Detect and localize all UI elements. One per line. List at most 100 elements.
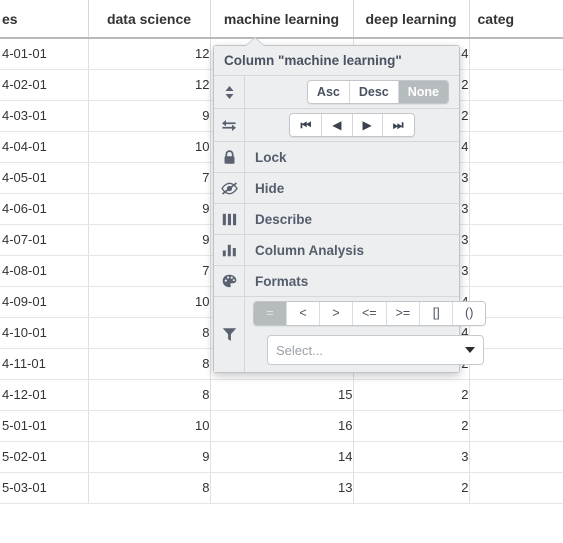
cell-deep-learning: 2 (353, 379, 470, 411)
menu-item-describe-label: Describe (255, 211, 313, 227)
move-body: ⏮ ◀ ▶ ⏭ (245, 109, 459, 141)
move-last-button[interactable]: ⏭ (382, 114, 414, 136)
cell-category (469, 162, 563, 194)
filter-op-greater-or-equal[interactable]: >= (386, 302, 421, 325)
cell-machine-learning: 16 (210, 410, 354, 442)
cell-data-science: 9 (88, 224, 211, 256)
cell-data-science: 8 (88, 348, 211, 380)
lock-icon (214, 142, 245, 172)
cell-data-science: 9 (88, 100, 211, 132)
cell-data-science: 9 (88, 441, 211, 473)
cell-category (469, 255, 563, 287)
move-first-button[interactable]: ⏮ (290, 114, 323, 136)
column-context-menu[interactable]: Column "machine learning" Asc Desc None … (213, 38, 487, 373)
cell-category (469, 131, 563, 163)
cell-data-science: 12 (88, 69, 211, 101)
palette-icon (214, 266, 245, 296)
cell-dates: 4-08-01 (0, 255, 89, 287)
move-horizontal-icon (214, 109, 245, 141)
filter-operator-body: = < > <= >= [] () (245, 297, 492, 330)
column-header-data-science[interactable]: data science (88, 0, 211, 39)
menu-item-formats[interactable]: Formats (214, 266, 459, 297)
cell-dates: 4-12-01 (0, 379, 89, 411)
table-row[interactable]: 5-01-01 10 16 2 (0, 410, 563, 442)
cell-data-science: 8 (88, 472, 211, 504)
sort-row: Asc Desc None (214, 76, 459, 109)
cell-category (469, 193, 563, 225)
filter-select-row: Select... (245, 330, 492, 372)
sort-none-button[interactable]: None (398, 81, 448, 103)
cell-deep-learning: 2 (353, 472, 470, 504)
move-button-group[interactable]: ⏮ ◀ ▶ ⏭ (289, 113, 415, 137)
cell-data-science: 7 (88, 255, 211, 287)
cell-dates: 5-01-01 (0, 410, 89, 442)
column-header-machine-learning[interactable]: machine learning (210, 0, 354, 39)
chevron-down-icon (465, 347, 476, 353)
table-row[interactable]: 5-03-01 8 13 2 (0, 472, 563, 504)
cell-dates: 4-01-01 (0, 38, 89, 70)
cell-dates: 4-10-01 (0, 317, 89, 349)
filter-op-less-or-equal[interactable]: <= (353, 302, 387, 325)
table-row[interactable]: 4-12-01 8 15 2 (0, 379, 563, 411)
menu-item-formats-label: Formats (255, 273, 309, 289)
menu-item-lock[interactable]: Lock (214, 142, 459, 173)
cell-dates: 4-03-01 (0, 100, 89, 132)
column-header-deep-learning[interactable]: deep learning (353, 0, 470, 39)
filter-op-equals[interactable]: = (254, 302, 287, 325)
cell-category (469, 379, 563, 411)
sort-desc-button[interactable]: Desc (349, 81, 399, 103)
cell-deep-learning: 2 (353, 410, 470, 442)
sort-button-group[interactable]: Asc Desc None (306, 80, 449, 104)
move-left-button[interactable]: ◀ (322, 114, 353, 136)
cell-dates: 4-04-01 (0, 131, 89, 163)
column-header-category[interactable]: categ (469, 0, 563, 39)
popup-caret-icon (246, 38, 264, 46)
filter-op-less-than[interactable]: < (287, 302, 320, 325)
cell-category (469, 441, 563, 473)
sort-body: Asc Desc None (245, 76, 459, 108)
menu-item-hide-label: Hide (255, 180, 285, 196)
columns-icon (214, 204, 245, 234)
filter-op-greater-than[interactable]: > (320, 302, 353, 325)
cell-data-science: 8 (88, 379, 211, 411)
cell-data-science: 7 (88, 162, 211, 194)
cell-data-science: 9 (88, 193, 211, 225)
table-row[interactable]: 5-02-01 9 14 3 (0, 441, 563, 473)
menu-item-column-analysis-label: Column Analysis (255, 242, 365, 258)
filter-value-select[interactable]: Select... (267, 335, 485, 365)
cell-dates: 5-03-01 (0, 472, 89, 504)
cell-machine-learning: 15 (210, 379, 354, 411)
cell-deep-learning: 3 (353, 441, 470, 473)
cell-dates: 4-09-01 (0, 286, 89, 318)
cell-machine-learning: 13 (210, 472, 354, 504)
cell-dates: 4-11-01 (0, 348, 89, 380)
cell-category (469, 100, 563, 132)
cell-dates: 4-02-01 (0, 69, 89, 101)
sort-asc-button[interactable]: Asc (307, 81, 350, 103)
menu-item-hide[interactable]: Hide (214, 173, 459, 204)
filter-operator-group[interactable]: = < > <= >= [] () (253, 301, 487, 326)
cell-category (469, 410, 563, 442)
filter-select-placeholder: Select... (276, 342, 323, 358)
cell-data-science: 10 (88, 410, 211, 442)
cell-dates: 4-07-01 (0, 224, 89, 256)
menu-item-lock-label: Lock (255, 149, 287, 165)
cell-category (469, 69, 563, 101)
cell-data-science: 12 (88, 38, 211, 70)
cell-data-science: 8 (88, 317, 211, 349)
cell-category (469, 38, 563, 70)
cell-dates: 4-06-01 (0, 193, 89, 225)
eye-slash-icon (214, 173, 245, 203)
cell-data-science: 10 (88, 286, 211, 318)
menu-item-column-analysis[interactable]: Column Analysis (214, 235, 459, 266)
column-header-dates[interactable]: es (0, 0, 89, 39)
menu-item-describe[interactable]: Describe (214, 204, 459, 235)
filter-row: = < > <= >= [] () Select... (214, 297, 487, 372)
move-right-button[interactable]: ▶ (352, 114, 383, 136)
funnel-icon (214, 297, 245, 372)
filter-op-closed-interval[interactable]: [] (420, 302, 454, 325)
popup-title: Column "machine learning" (214, 46, 459, 76)
cell-category (469, 224, 563, 256)
column-header-row: es data science machine learning deep le… (0, 0, 563, 39)
filter-op-open-interval[interactable]: () (453, 302, 486, 325)
